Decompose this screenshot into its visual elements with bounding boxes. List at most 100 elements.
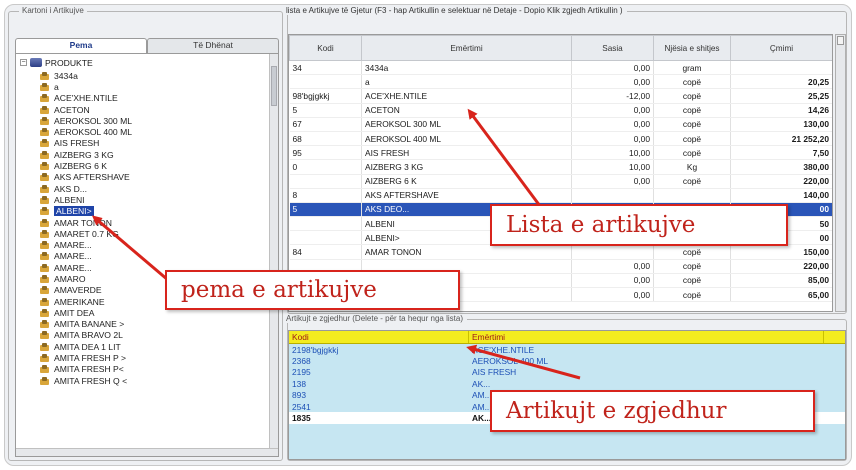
tree-item[interactable]: ALBENI (40, 194, 272, 205)
tree-item[interactable]: AIS FRESH (40, 138, 272, 149)
tree-item[interactable]: AMAR TONON (40, 217, 272, 228)
product-icon (40, 71, 49, 80)
cell-cmimi: 130,00 (730, 117, 832, 132)
tree-item[interactable]: AEROKSOL 400 ML (40, 126, 272, 137)
cell-emertimi: AKS AFTERSHAVE (361, 188, 572, 203)
tree-horizontal-scrollbar[interactable] (16, 448, 278, 456)
column-header-sasia[interactable]: Sasia (571, 35, 654, 61)
collapse-icon[interactable]: − (20, 59, 27, 66)
cell-sasia: 0,00 (571, 259, 654, 274)
tree-item-label: AKS AFTERSHAVE (54, 172, 130, 183)
tree-item[interactable]: ACE'XHE.NTILE (40, 93, 272, 104)
table-row[interactable]: 34 3434a 0,00 gram (289, 60, 832, 76)
scrollbar-thumb[interactable] (271, 66, 277, 106)
cell-kodi (289, 230, 362, 246)
tree-tabs: Pema Të Dhënat (15, 38, 279, 53)
tree-item[interactable]: AIZBERG 3 KG (40, 149, 272, 160)
column-header-emertimi[interactable]: Emërtimi (361, 35, 572, 61)
cell-cmimi: 150,00 (730, 244, 832, 260)
selected-cell-emertimi: AK... (472, 378, 491, 389)
tree-item[interactable]: AMITA FRESH P< (40, 364, 272, 375)
product-icon (40, 331, 49, 340)
cell-emertimi: ACETON (361, 103, 572, 118)
cell-njesia: copë (653, 259, 731, 274)
tab-pema[interactable]: Pema (15, 38, 147, 53)
cell-kodi: 98'bgjgkkj (289, 88, 362, 104)
tree-item[interactable]: AKS D... (40, 183, 272, 194)
table-row[interactable]: a 0,00 copë 20,25 (289, 74, 832, 90)
product-icon (40, 82, 49, 91)
tree-item[interactable]: ACETON (40, 104, 272, 115)
cell-njesia: copë (653, 131, 731, 147)
selected-row[interactable]: 2195 AIS FRESH (289, 367, 845, 378)
cell-sasia: 0,00 (571, 117, 654, 132)
product-icon (40, 308, 49, 317)
column-header-kodi[interactable]: Kodi (289, 35, 362, 61)
product-icon (40, 207, 49, 216)
cell-sasia: 0,00 (571, 103, 654, 118)
product-icon (40, 274, 49, 283)
selected-column-emertimi[interactable]: Emërtimi (469, 331, 824, 343)
item-tree[interactable]: − PRODUKTE 3434a a ACE'XHE.NTILE ACETON AERO… (15, 53, 279, 457)
table-row[interactable]: 84 AMAR TONON copë 150,00 (289, 244, 832, 260)
cell-cmimi: 380,00 (730, 159, 832, 175)
grid-vertical-scrollbar[interactable] (835, 34, 846, 312)
table-row[interactable]: 8 AKS AFTERSHAVE 140,00 (289, 188, 832, 203)
table-row[interactable]: 98'bgjgkkj ACE'XHE.NTILE -12,00 copë 25,25 (289, 88, 832, 104)
tree-item[interactable]: AMARET 0.7 KG (40, 228, 272, 239)
table-row[interactable]: 0 AIZBERG 3 KG 10,00 Kg 380,00 (289, 159, 832, 175)
tree-item[interactable]: 3434a (40, 70, 272, 81)
selected-cell-kodi: 2541 (292, 401, 311, 412)
tree-item[interactable]: ALBENI> (40, 206, 272, 217)
cell-sasia: 0,00 (571, 74, 654, 90)
cell-njesia: gram (653, 60, 731, 76)
selected-items-title: Artikujt e zgjedhur (Delete - për ta heq… (286, 314, 467, 323)
tree-item[interactable]: AMITA DEA 1 LIT (40, 341, 272, 352)
product-icon (40, 286, 49, 295)
cell-njesia: copë (653, 174, 731, 189)
selected-cell-emertimi: AIS FRESH (472, 367, 517, 378)
column-header-njesia[interactable]: Njësia e shitjes (653, 35, 731, 61)
table-row[interactable]: 95 AIS FRESH 10,00 copë 7,50 (289, 145, 832, 161)
tree-root[interactable]: − PRODUKTE (20, 57, 93, 68)
product-icon (40, 376, 49, 385)
table-row[interactable]: 68 AEROKSOL 400 ML 0,00 copë 21 252,20 (289, 131, 832, 147)
product-icon (40, 162, 49, 171)
tree-item[interactable]: AIZBERG 6 K (40, 160, 272, 171)
table-row[interactable]: 67 AEROKSOL 300 ML 0,00 copë 130,00 (289, 117, 832, 132)
tree-item[interactable]: AKS AFTERSHAVE (40, 172, 272, 183)
tree-item-label: AMIT DEA (54, 307, 95, 318)
cell-emertimi: AIZBERG 6 K (361, 174, 572, 189)
cell-emertimi: AIS FRESH (361, 145, 572, 161)
selected-column-kodi[interactable]: Kodi (289, 331, 469, 343)
tree-vertical-scrollbar[interactable] (269, 54, 278, 456)
table-row[interactable]: AIZBERG 6 K 0,00 copë 220,00 (289, 174, 832, 189)
tree-item-label: ALBENI (54, 194, 85, 205)
column-header-cmimi[interactable]: Çmimi (730, 35, 832, 61)
tree-item[interactable]: AEROKSOL 300 ML (40, 115, 272, 126)
cell-cmimi: 220,00 (730, 174, 832, 189)
tree-item-label: AMITA BANANE > (54, 319, 125, 330)
list-callout: Lista e artikujve (490, 204, 788, 246)
cell-emertimi: 3434a (361, 60, 572, 76)
table-row[interactable]: 5 ACETON 0,00 copë 14,26 (289, 103, 832, 118)
cell-sasia: 0,00 (571, 287, 654, 303)
selected-row[interactable]: 138 AK... (289, 378, 845, 389)
tree-item[interactable]: AMITA FRESH Q < (40, 375, 272, 386)
tree-item[interactable]: AMITA FRESH P > (40, 352, 272, 363)
cell-cmimi (730, 60, 832, 76)
selected-row[interactable]: 2368 AEROKSOL 400 ML (289, 355, 845, 366)
product-icon (40, 184, 49, 193)
product-icon (40, 139, 49, 148)
tab-te-dhenat[interactable]: Të Dhënat (147, 38, 279, 53)
scroll-up-icon[interactable] (837, 36, 844, 45)
product-icon (40, 229, 49, 238)
tree-item[interactable]: a (40, 81, 272, 92)
tree-item[interactable]: AMARE... (40, 239, 272, 250)
tree-item[interactable]: AMITA BRAVO 2L (40, 330, 272, 341)
cell-sasia (571, 244, 654, 260)
tree-item[interactable]: AMARE... (40, 251, 272, 262)
product-icon (40, 297, 49, 306)
selected-row[interactable]: 2198'bgjgkkj ACE'XHE.NTILE (289, 344, 845, 355)
tree-item[interactable]: AMITA BANANE > (40, 319, 272, 330)
